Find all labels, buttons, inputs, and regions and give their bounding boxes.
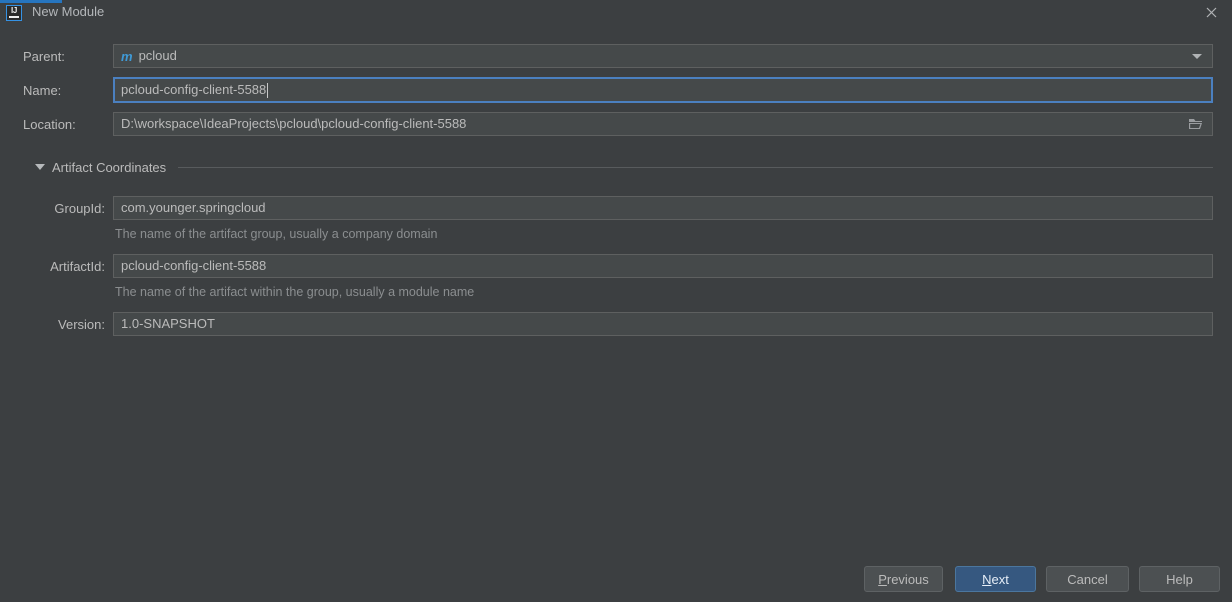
- dialog-title: New Module: [32, 4, 105, 19]
- artifact-id-input[interactable]: pcloud-config-client-5588: [113, 254, 1213, 278]
- help-button[interactable]: Help: [1139, 566, 1220, 592]
- intellij-icon-label: IJ: [10, 5, 18, 15]
- cancel-button[interactable]: Cancel: [1046, 566, 1129, 592]
- parent-value: pcloud: [138, 48, 177, 63]
- next-button[interactable]: Next: [955, 566, 1036, 592]
- section-divider: [178, 167, 1213, 168]
- intellij-icon-underline: [9, 15, 19, 18]
- previous-button[interactable]: Previous: [864, 566, 943, 592]
- parent-combobox[interactable]: m pcloud: [113, 44, 1213, 68]
- new-module-dialog: IJ New Module Parent: m pcloud Name: pcl…: [0, 0, 1232, 602]
- help-button-label: Help: [1166, 571, 1193, 587]
- artifact-coordinates-title: Artifact Coordinates: [52, 159, 167, 175]
- chevron-down-icon[interactable]: [1192, 54, 1202, 59]
- dialog-titlebar: IJ New Module: [0, 0, 1232, 24]
- artifact-id-hint: The name of the artifact within the grou…: [115, 285, 475, 299]
- name-input-value: pcloud-config-client-5588: [121, 82, 267, 97]
- group-id-label-wrap: GroupId:: [0, 196, 105, 220]
- version-label-wrap: Version:: [0, 312, 105, 336]
- cancel-button-label: Cancel: [1067, 571, 1108, 587]
- version-label: Version:: [58, 316, 105, 332]
- previous-button-label: Previous: [878, 572, 929, 587]
- parent-label: Parent:: [23, 48, 65, 64]
- group-id-label: GroupId:: [54, 200, 105, 216]
- artifact-coordinates-section-toggle[interactable]: Artifact Coordinates: [35, 158, 166, 176]
- close-icon: [1206, 7, 1216, 17]
- next-rest: ext: [991, 571, 1009, 587]
- name-label-wrap: Name:: [23, 78, 61, 102]
- intellij-idea-icon: IJ: [6, 4, 22, 21]
- version-input[interactable]: 1.0-SNAPSHOT: [113, 312, 1213, 336]
- close-button[interactable]: [1190, 0, 1232, 24]
- parent-label-wrap: Parent:: [23, 44, 65, 68]
- next-button-label: Next: [982, 572, 1009, 587]
- version-value: 1.0-SNAPSHOT: [121, 316, 215, 331]
- group-id-hint: The name of the artifact group, usually …: [115, 227, 438, 241]
- group-id-value: com.younger.springcloud: [121, 200, 266, 215]
- location-label: Location:: [23, 116, 76, 132]
- location-label-wrap: Location:: [23, 112, 76, 136]
- text-caret: [267, 82, 269, 98]
- name-input[interactable]: pcloud-config-client-5588: [113, 77, 1213, 103]
- maven-module-icon: m: [121, 48, 133, 64]
- next-mnemonic: N: [982, 571, 992, 587]
- artifact-id-label: ArtifactId:: [50, 258, 105, 274]
- previous-mnemonic: P: [878, 571, 887, 587]
- previous-rest: revious: [886, 571, 929, 587]
- location-value: D:\workspace\IdeaProjects\pcloud\pcloud-…: [121, 116, 467, 131]
- artifact-id-value: pcloud-config-client-5588: [121, 258, 267, 273]
- location-input[interactable]: D:\workspace\IdeaProjects\pcloud\pcloud-…: [113, 112, 1213, 136]
- group-id-input[interactable]: com.younger.springcloud: [113, 196, 1213, 220]
- collapse-triangle-icon: [35, 164, 45, 170]
- artifact-id-label-wrap: ArtifactId:: [0, 254, 105, 278]
- folder-icon[interactable]: [1188, 117, 1204, 134]
- name-label: Name:: [23, 82, 62, 98]
